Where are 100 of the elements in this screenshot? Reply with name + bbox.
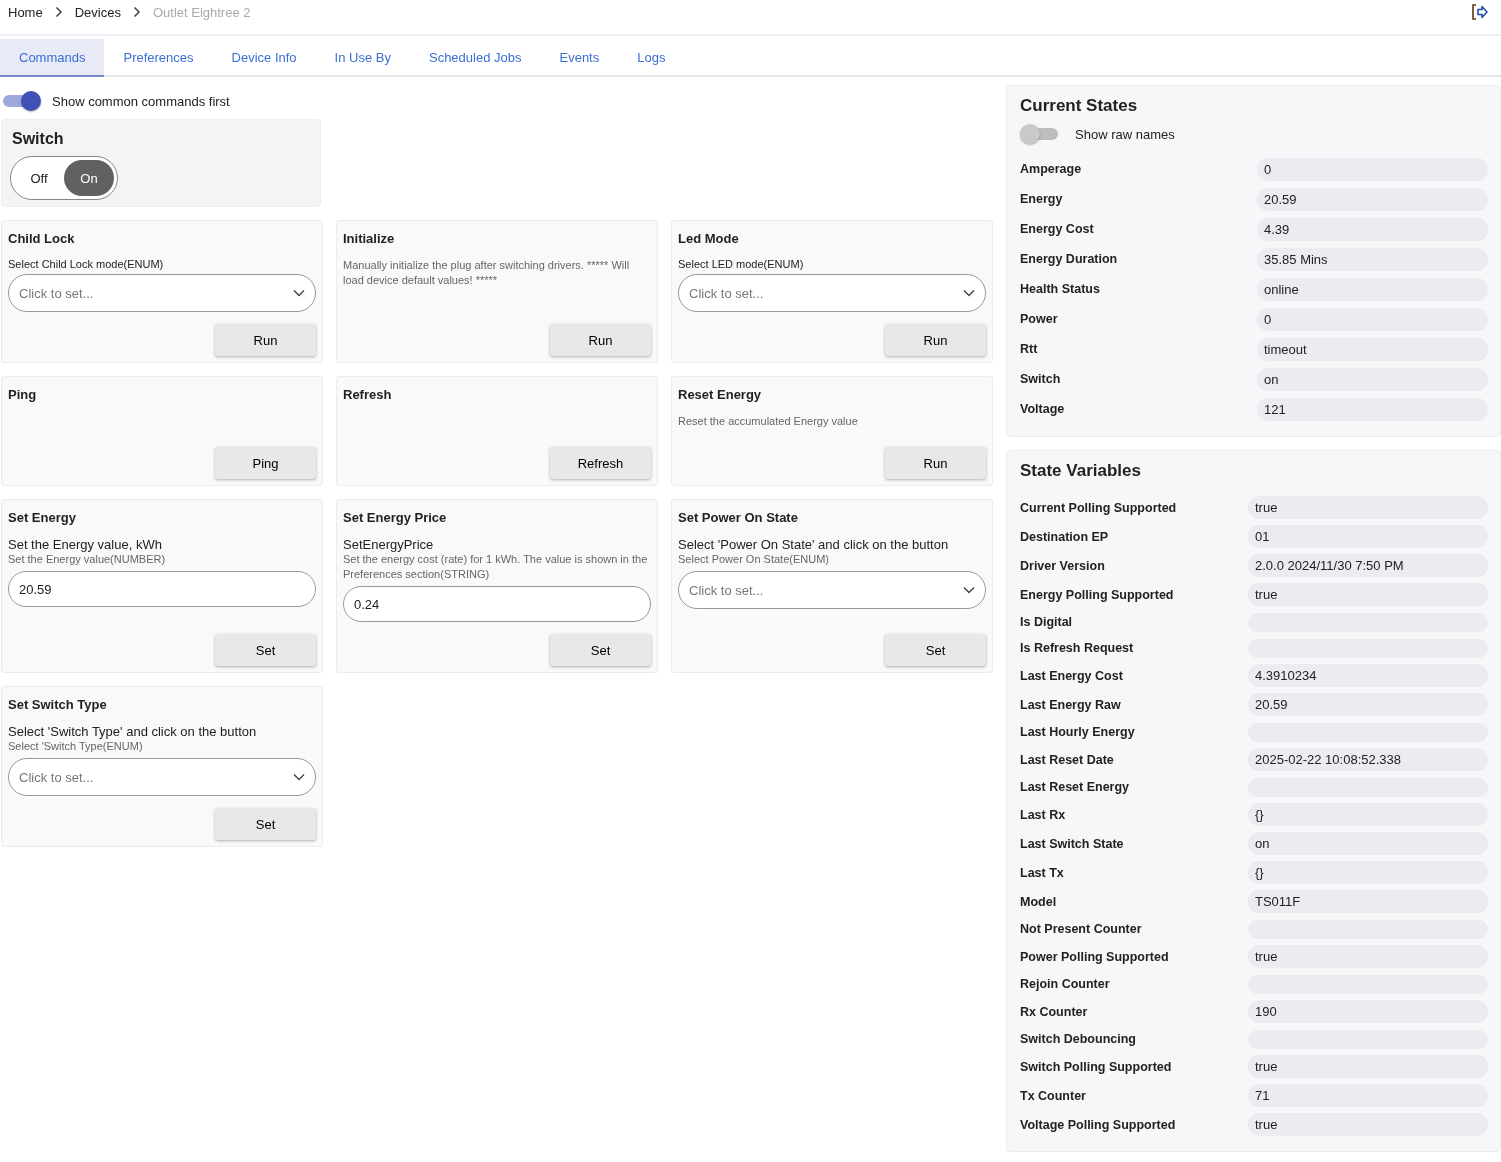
description-text: Set the Energy value(NUMBER) xyxy=(8,552,167,567)
logout-icon[interactable] xyxy=(1471,4,1489,20)
variable-name: Is Digital xyxy=(1020,615,1074,629)
tab[interactable]: Preferences xyxy=(104,39,213,77)
variable-name: Last Energy Cost xyxy=(1020,668,1124,683)
field-label: Select LED mode(ENUM) xyxy=(678,258,805,270)
card-title: Set Switch Type xyxy=(8,697,108,712)
variable-name: Last Reset Energy xyxy=(1020,780,1131,794)
select-field[interactable]: Click to set... xyxy=(8,274,316,312)
variable-name: Last Tx xyxy=(1020,865,1065,880)
tab[interactable]: In Use By xyxy=(315,39,410,77)
tab[interactable]: Scheduled Jobs xyxy=(409,39,541,77)
variable-name: Last Rx xyxy=(1020,807,1067,822)
breadcrumb-current-page: Outlet Eightree 2 xyxy=(152,4,251,20)
tab[interactable]: Logs xyxy=(618,39,685,77)
variable-name: Voltage Polling Supported xyxy=(1020,1117,1177,1132)
card-title: Set Energy Price xyxy=(343,510,448,525)
variable-value: 4.3910234 xyxy=(1248,664,1488,687)
variable-name: Rejoin Counter xyxy=(1020,977,1111,991)
card-title: Reset Energy xyxy=(678,387,763,402)
variable-value: true xyxy=(1248,583,1488,606)
tab[interactable]: Events xyxy=(540,39,619,77)
variable-value: 20.59 xyxy=(1248,693,1488,716)
action-button[interactable]: Run xyxy=(550,324,651,356)
card-title: Initialize xyxy=(343,231,396,246)
variable-name: Is Refresh Request xyxy=(1020,641,1135,655)
input-field[interactable]: 0.24 xyxy=(343,586,651,622)
action-button[interactable]: Set xyxy=(215,634,316,666)
action-button[interactable]: Run xyxy=(885,324,986,356)
action-button[interactable]: Set xyxy=(550,634,651,666)
select-field[interactable]: Click to set... xyxy=(8,758,316,796)
variable-name: Not Present Counter xyxy=(1020,922,1143,936)
variable-name: Last Switch State xyxy=(1020,836,1125,851)
variable-value: true xyxy=(1248,496,1488,519)
state-value: 0 xyxy=(1257,157,1488,181)
card-title: Child Lock xyxy=(8,231,76,246)
state-name: Voltage xyxy=(1020,402,1066,416)
variable-name: Current Polling Supported xyxy=(1020,500,1178,515)
variable-value: 2025-02-22 10:08:52.338 xyxy=(1248,748,1488,771)
variable-name: Switch Polling Supported xyxy=(1020,1059,1173,1074)
variable-name: Energy Polling Supported xyxy=(1020,587,1175,602)
select-field[interactable]: Click to set... xyxy=(678,274,986,312)
prompt-text: SetEnergyPrice xyxy=(343,537,435,552)
toggle-label: Show common commands first xyxy=(52,93,230,109)
action-button[interactable]: Ping xyxy=(215,447,316,479)
description-text: Reset the accumulated Energy value xyxy=(678,414,859,429)
description-text: Select 'Switch Type(ENUM) xyxy=(8,739,144,754)
state-name: Power xyxy=(1020,312,1059,326)
card-title: Set Power On State xyxy=(678,510,799,525)
state-value: 20.59 xyxy=(1257,187,1488,211)
field-label: Select Child Lock mode(ENUM) xyxy=(8,258,165,270)
variable-name: Power Polling Supported xyxy=(1020,949,1170,964)
panel-title: State Variables xyxy=(1020,461,1142,481)
state-name: Energy Duration xyxy=(1020,252,1119,266)
chevron-right-icon xyxy=(54,6,63,18)
state-name: Energy xyxy=(1020,192,1064,206)
state-name: Amperage xyxy=(1020,162,1083,176)
action-button[interactable]: Run xyxy=(885,447,986,479)
action-button[interactable]: Refresh xyxy=(550,447,651,479)
state-value: online xyxy=(1257,277,1488,301)
prompt-text: Set the Energy value, kWh xyxy=(8,537,163,552)
state-value: 4.39 xyxy=(1257,217,1488,241)
action-button[interactable]: Set xyxy=(885,634,986,666)
card-title: Switch xyxy=(12,130,65,148)
chevron-down-icon xyxy=(963,586,975,594)
variable-value: {} xyxy=(1248,803,1488,826)
chevron-down-icon xyxy=(293,773,305,781)
breadcrumb-link[interactable]: Devices xyxy=(74,4,121,20)
variable-name: Last Hourly Energy xyxy=(1020,725,1136,739)
tab[interactable]: Commands xyxy=(0,39,105,77)
tab[interactable]: Device Info xyxy=(212,39,316,77)
state-name: Health Status xyxy=(1020,282,1101,296)
toggle-label: Show raw names xyxy=(1075,126,1175,142)
variable-name: Destination EP xyxy=(1020,529,1110,544)
variable-name: Switch Debouncing xyxy=(1020,1032,1137,1046)
variable-name: Model xyxy=(1020,894,1058,909)
variable-value: 190 xyxy=(1248,1000,1488,1023)
description-text: Set the energy cost (rate) for 1 kWh. The value is shown in the Preferences section(STRING) xyxy=(343,552,649,582)
action-button[interactable]: Set xyxy=(215,808,316,840)
variable-name: Driver Version xyxy=(1020,558,1106,573)
variable-name: Tx Counter xyxy=(1020,1088,1087,1103)
card-title: Led Mode xyxy=(678,231,740,246)
variable-name: Last Energy Raw xyxy=(1020,697,1122,712)
card-title: Refresh xyxy=(343,387,393,402)
segment-option[interactable]: On xyxy=(64,160,114,196)
state-value: 121 xyxy=(1257,397,1488,421)
action-button[interactable]: Run xyxy=(215,324,316,356)
description-text: Manually initialize the plug after switching drivers. ***** Will load device default values! ***** xyxy=(343,258,631,288)
variable-value: TS011F xyxy=(1248,890,1488,913)
segment-option[interactable]: Off xyxy=(14,160,64,196)
input-field[interactable]: 20.59 xyxy=(8,571,316,607)
breadcrumb-link[interactable]: Home xyxy=(8,4,43,20)
panel-title: Current States xyxy=(1020,96,1139,116)
select-field[interactable]: Click to set... xyxy=(678,571,986,609)
chevron-down-icon xyxy=(293,289,305,297)
chevron-down-icon xyxy=(963,289,975,297)
state-value: on xyxy=(1257,367,1488,391)
prompt-text: Select 'Power On State' and click on the button xyxy=(678,537,950,552)
variable-value: 01 xyxy=(1248,525,1488,548)
prompt-text: Select 'Switch Type' and click on the button xyxy=(8,724,258,739)
